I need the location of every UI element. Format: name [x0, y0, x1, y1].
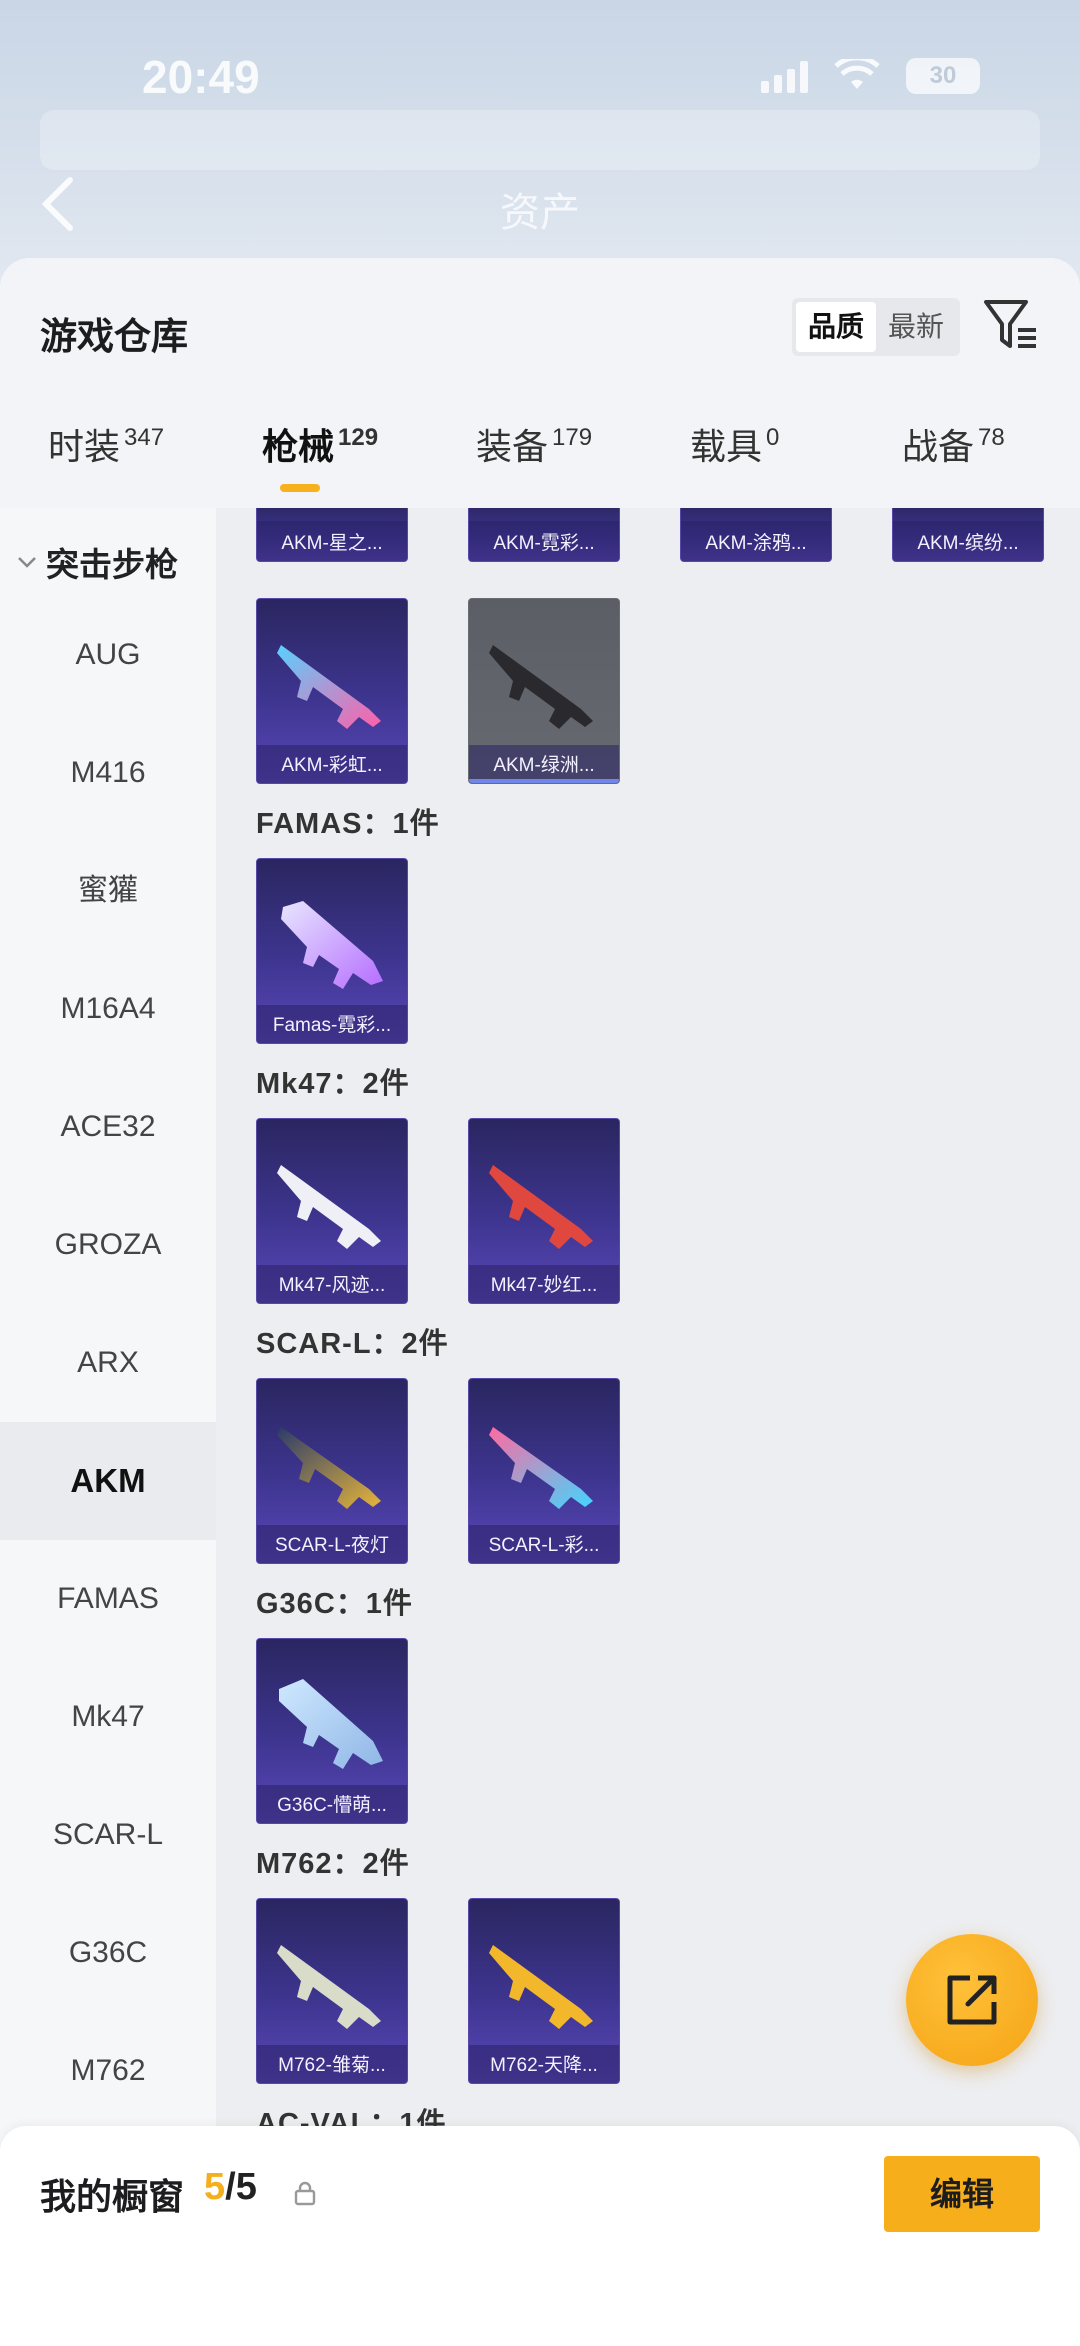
section-label: SCAR-L：2件	[256, 1328, 449, 1360]
rifle-icon	[277, 1945, 381, 2029]
skin-card[interactable]: AKM-霓彩...	[468, 508, 620, 562]
sidebar-group-assault-rifles[interactable]: 突击步枪	[16, 538, 178, 586]
showcase-title: 我的橱窗	[40, 2176, 185, 2217]
sidebar-item-m416[interactable]: M416	[0, 714, 216, 832]
status-time: 20:49	[142, 51, 260, 103]
showcase-count: 5/5	[204, 2166, 257, 2208]
sort-toggle: 品质 最新	[792, 298, 960, 356]
share-external-icon	[947, 1975, 997, 2025]
tab-fashion[interactable]: 时装 347	[48, 418, 164, 470]
skin-card[interactable]: AKM-彩虹...	[256, 598, 408, 784]
tab-equipment[interactable]: 装备 179	[476, 418, 592, 470]
category-tabs: 时装 347 枪械 129 装备 179 载具 0 战备 78	[0, 418, 1080, 498]
rifle-icon	[489, 1427, 593, 1509]
rifle-icon	[277, 645, 381, 729]
sidebar-item-famas[interactable]: FAMAS	[0, 1540, 216, 1658]
skin-card[interactable]: AKM-缤纷...	[892, 508, 1044, 562]
skin-card[interactable]: SCAR-L-彩...	[468, 1378, 620, 1564]
tab-guns[interactable]: 枪械 129	[262, 418, 378, 470]
sidebar-item-groza[interactable]: GROZA	[0, 1186, 216, 1304]
skin-card[interactable]: AKM-绿洲...	[468, 598, 620, 784]
background-title: 资产	[500, 191, 580, 235]
sidebar-item-arx[interactable]: ARX	[0, 1304, 216, 1422]
skin-card[interactable]: M762-天降...	[468, 1898, 620, 2084]
sidebar-item-ace32[interactable]: ACE32	[0, 1068, 216, 1186]
cellular-signal-icon	[761, 59, 808, 93]
filter-icon[interactable]	[982, 296, 1040, 354]
rifle-icon	[489, 645, 593, 729]
rifle-icon	[489, 1165, 593, 1249]
sidebar-item-m16a4[interactable]: M16A4	[0, 950, 216, 1068]
back-arrow-icon[interactable]	[38, 176, 78, 232]
chevron-down-icon	[18, 557, 36, 568]
tab-vehicles[interactable]: 载具 0	[690, 418, 779, 470]
sidebar-item-akm[interactable]: AKM	[0, 1422, 216, 1540]
skin-card[interactable]: AKM-星之...	[256, 508, 408, 562]
sidebar-item-aug[interactable]: AUG	[0, 596, 216, 714]
sidebar-item-m762[interactable]: M762	[0, 2012, 216, 2130]
sort-quality-button[interactable]: 品质	[796, 302, 876, 352]
skin-card[interactable]: M762-雏菊...	[256, 1898, 408, 2084]
rifle-icon	[277, 1427, 381, 1509]
skin-card[interactable]: Mk47-妙红...	[468, 1118, 620, 1304]
section-label: Mk47：2件	[256, 1068, 410, 1100]
weapon-sidebar: 突击步枪 AUG M416 蜜獾 M16A4 ACE32 GROZA ARX A…	[0, 508, 216, 2328]
skin-card[interactable]: AKM-涂鸦...	[680, 508, 832, 562]
sheet-header: 游戏仓库 品质 最新 时装 347 枪械 129 装备 179 载具 0 战备 78	[0, 258, 1080, 508]
status-icons: 30	[761, 58, 980, 94]
share-fab-button[interactable]	[906, 1934, 1038, 2066]
sidebar-item-scar-l[interactable]: SCAR-L	[0, 1776, 216, 1894]
skin-card[interactable]: G36C-懵萌...	[256, 1638, 408, 1824]
active-tab-indicator	[280, 484, 320, 492]
edit-button[interactable]: 编辑	[884, 2156, 1040, 2232]
rifle-icon	[279, 1679, 383, 1769]
sidebar-item-honey-badger[interactable]: 蜜獾	[0, 832, 216, 950]
section-label: M762：2件	[256, 1848, 410, 1880]
sort-newest-button[interactable]: 最新	[876, 302, 956, 352]
skin-card[interactable]: SCAR-L-夜灯	[256, 1378, 408, 1564]
warehouse-sheet: 游戏仓库 品质 最新 时装 347 枪械 129 装备 179 载具 0 战备 78 突击…	[0, 258, 1080, 2346]
lock-icon	[294, 2181, 316, 2206]
rifle-icon	[281, 901, 383, 989]
showcase-bar: 我的橱窗 5/5 编辑	[0, 2126, 1080, 2346]
sidebar-item-g36c[interactable]: G36C	[0, 1894, 216, 2012]
wifi-icon	[834, 59, 880, 89]
background-header: 20:49 30 资产	[0, 0, 1080, 300]
background-bar	[40, 110, 1040, 170]
tab-combat-gear[interactable]: 战备 78	[902, 418, 1005, 470]
sidebar-item-mk47[interactable]: Mk47	[0, 1658, 216, 1776]
rifle-icon	[277, 1165, 381, 1249]
skin-card[interactable]: Mk47-风迹...	[256, 1118, 408, 1304]
skin-card[interactable]: Famas-霓彩...	[256, 858, 408, 1044]
section-label: FAMAS：1件	[256, 808, 440, 840]
section-label: G36C：1件	[256, 1588, 413, 1620]
sheet-title: 游戏仓库	[40, 316, 188, 357]
battery-icon: 30	[906, 58, 980, 94]
rifle-icon	[489, 1945, 593, 2029]
